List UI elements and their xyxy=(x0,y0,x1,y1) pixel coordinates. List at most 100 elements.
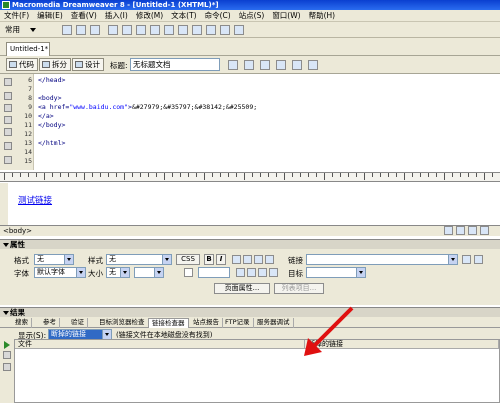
visual-aids-icon[interactable] xyxy=(292,60,302,70)
save-report-icon[interactable] xyxy=(3,363,11,371)
validate-icon[interactable] xyxy=(308,60,318,70)
ordered-list-icon[interactable] xyxy=(247,268,256,277)
ruler-tick xyxy=(228,173,229,177)
properties-panel: 格式 无 样式 无 CSS B I 链接 字体 默认字体 大小 无 目标 页面属… xyxy=(0,249,500,305)
layer-icon[interactable] xyxy=(122,25,132,35)
design-link[interactable]: 测试链接 xyxy=(18,194,52,206)
refresh-icon[interactable] xyxy=(260,60,270,70)
image-icon[interactable] xyxy=(136,25,146,35)
results-panel-header[interactable]: 结果 xyxy=(0,307,500,317)
code-gutter: 6 7 8 9 10 11 12 13 14 15 xyxy=(0,74,34,170)
title-input[interactable] xyxy=(130,58,220,71)
menu-modify[interactable]: 修改(M) xyxy=(132,10,167,22)
menu-window[interactable]: 窗口(W) xyxy=(268,10,304,22)
size-select[interactable]: 无 xyxy=(106,267,130,278)
tab-ftp-log[interactable]: FTP记录 xyxy=(222,318,254,328)
page-properties-button[interactable]: 页面属性... xyxy=(214,283,270,294)
menu-insert[interactable]: 插入(I) xyxy=(101,10,132,22)
balance-braces-icon[interactable] xyxy=(4,128,12,136)
css-button[interactable]: CSS xyxy=(176,254,200,265)
split-view-button[interactable]: 拆分 xyxy=(39,58,71,71)
column-file[interactable]: 文件 xyxy=(15,340,305,349)
size-value: 无 xyxy=(109,268,116,276)
tab-site-reports[interactable]: 站点报告 xyxy=(190,318,223,328)
document-tab[interactable]: Untitled-1* xyxy=(6,42,50,56)
template-icon[interactable] xyxy=(220,25,230,35)
link-input[interactable] xyxy=(306,254,458,265)
menu-site[interactable]: 站点(S) xyxy=(235,10,269,22)
tab-server-debug[interactable]: 服务器调试 xyxy=(254,318,294,328)
style-select[interactable]: 无 xyxy=(106,254,172,265)
align-left-icon[interactable] xyxy=(232,255,241,264)
indent-icon[interactable] xyxy=(269,268,278,277)
menu-edit[interactable]: 编辑(E) xyxy=(33,10,67,22)
ruler-tick xyxy=(196,173,197,177)
preview-browser-icon[interactable] xyxy=(244,60,254,70)
file-management-icon[interactable] xyxy=(228,60,238,70)
ruler-tick xyxy=(468,173,469,177)
zoom-tool-icon[interactable] xyxy=(468,226,477,235)
bold-button[interactable]: B xyxy=(204,254,214,265)
ruler-tick xyxy=(332,173,333,177)
font-select[interactable]: 默认字体 xyxy=(34,267,86,278)
hyperlink-icon[interactable] xyxy=(62,25,72,35)
script-icon[interactable] xyxy=(206,25,216,35)
line-number: 13 xyxy=(24,139,32,147)
tab-validation[interactable]: 验证 xyxy=(68,318,88,328)
text-color-input[interactable] xyxy=(198,267,230,278)
tab-search[interactable]: 搜索 xyxy=(12,318,32,328)
play-icon[interactable] xyxy=(4,341,10,349)
named-anchor-icon[interactable] xyxy=(90,25,100,35)
unordered-list-icon[interactable] xyxy=(236,268,245,277)
menu-text[interactable]: 文本(T) xyxy=(167,10,200,22)
align-center-icon[interactable] xyxy=(243,255,252,264)
select-parent-tag-icon[interactable] xyxy=(4,116,12,124)
tag-chooser-icon[interactable] xyxy=(234,25,244,35)
menu-help[interactable]: 帮助(H) xyxy=(305,10,340,22)
code-token: </body> xyxy=(38,121,66,129)
point-to-file-icon[interactable] xyxy=(462,255,471,264)
ruler-tick xyxy=(100,173,101,177)
open-documents-icon[interactable] xyxy=(4,78,12,86)
ruler-tick xyxy=(444,173,445,180)
properties-panel-header[interactable]: 属性 xyxy=(0,239,500,249)
hand-tool-icon[interactable] xyxy=(456,226,465,235)
code-line: <a href="www.baidu.com">&#27979;&#35797;… xyxy=(38,103,257,112)
code-editor[interactable]: </head> <body> <a href="www.baidu.com">&… xyxy=(34,74,500,170)
ruler-tick xyxy=(268,173,269,177)
tab-reference[interactable]: 参考 xyxy=(40,318,60,328)
insert-category-dropdown[interactable]: 常用 xyxy=(5,24,47,36)
menu-commands[interactable]: 命令(C) xyxy=(201,10,235,22)
justify-icon[interactable] xyxy=(265,255,274,264)
browse-folder-icon[interactable] xyxy=(474,255,483,264)
design-view[interactable]: 测试链接 xyxy=(0,183,500,225)
tab-link-checker[interactable]: 链接检查器 xyxy=(148,318,189,328)
email-link-icon[interactable] xyxy=(76,25,86,35)
outdent-icon[interactable] xyxy=(258,268,267,277)
align-right-icon[interactable] xyxy=(254,255,263,264)
text-color-icon[interactable] xyxy=(184,268,193,277)
menu-view[interactable]: 查看(V) xyxy=(67,10,101,22)
stop-icon[interactable] xyxy=(3,351,11,359)
tag-selector[interactable]: <body> xyxy=(3,227,32,235)
view-options-icon[interactable] xyxy=(276,60,286,70)
select-tool-icon[interactable] xyxy=(444,226,453,235)
highlight-invalid-icon[interactable] xyxy=(4,156,12,164)
zoom-level-icon[interactable] xyxy=(480,226,489,235)
comment-icon[interactable] xyxy=(178,25,188,35)
design-view-button[interactable]: 设计 xyxy=(72,58,104,71)
collapse-icon[interactable] xyxy=(4,92,12,100)
format-select[interactable]: 无 xyxy=(34,254,74,265)
expand-icon[interactable] xyxy=(4,104,12,112)
italic-button[interactable]: I xyxy=(216,254,226,265)
code-view-button[interactable]: 代码 xyxy=(6,58,38,71)
line-numbers-icon[interactable] xyxy=(4,142,12,150)
date-icon[interactable] xyxy=(164,25,174,35)
table-icon[interactable] xyxy=(108,25,118,35)
head-icon[interactable] xyxy=(192,25,202,35)
tab-target-browser-check[interactable]: 目标浏览器检查 xyxy=(96,318,149,328)
menu-file[interactable]: 文件(F) xyxy=(0,10,33,22)
size-unit-select[interactable] xyxy=(134,267,164,278)
target-select[interactable] xyxy=(306,267,366,278)
media-icon[interactable] xyxy=(150,25,160,35)
